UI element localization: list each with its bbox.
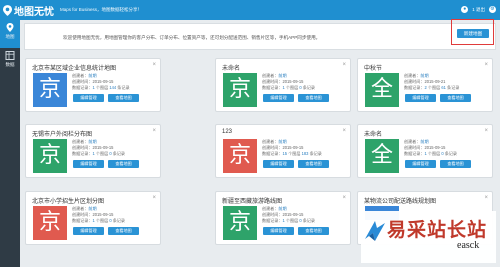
map-thumbnail[interactable]: 京 [33,139,67,173]
map-card-title[interactable]: 123 [222,129,232,135]
view-map-button[interactable]: 查看地图 [108,227,139,235]
view-map-button[interactable]: 查看地图 [108,160,139,168]
close-icon[interactable]: × [152,128,156,134]
records-row: 数据记录：1 个图层 0 条记录 [262,218,316,223]
edit-button[interactable]: 编辑管理 [263,160,294,168]
view-map-button[interactable]: 查看地图 [440,94,471,102]
map-card-title[interactable]: 中秋节 [364,63,382,72]
map-card-title[interactable]: 北京市小学招生片区划分图 [32,196,104,205]
close-icon[interactable]: × [152,62,156,68]
edit-button[interactable]: 编辑管理 [263,227,294,235]
sidebar-item-label: 地图 [5,34,15,39]
map-thumbnail[interactable]: 京 [223,73,257,107]
close-icon[interactable]: × [342,195,346,201]
notice-bar: 欢迎使用地图无忧，用地图管理你的客户分布、订单分布、位置资产等，还可划分配送范围… [24,23,496,50]
view-map-button[interactable]: 查看地图 [298,94,329,102]
tagline: Maps for Business，地图数据轻松分享！ [60,7,143,12]
records-row: 数据记录：1 个图层 0 条记录 [72,151,126,156]
map-card[interactable]: 新疆至西藏旅游路线图 × 京创建者：前期 创建时间：2015-09-15 数据记录：1 … [215,191,351,245]
map-card[interactable]: 未命名 × 全创建者：前期 创建时间：2015-09-15 数据记录：1 个图层 0 条… [357,124,493,178]
top-bar: 地图无忧 Maps for Business，地图数据轻松分享！ ● 1 退出 … [0,0,500,20]
sidebar-item-map[interactable]: 地图 [0,20,20,48]
sidebar-item-label: 数据 [5,62,15,67]
close-icon[interactable]: × [152,195,156,201]
map-card[interactable]: 未命名 × 京创建者：前期 创建时间：2015-09-15 数据记录：1 个图层 0 条… [215,58,351,112]
map-thumbnail[interactable]: 京 [223,206,257,240]
map-thumbnail[interactable]: 京 [33,206,67,240]
close-icon[interactable]: × [342,128,346,134]
user-menu[interactable]: 1 退出 [472,7,485,13]
app-name: 地图无忧 [14,6,54,18]
sidebar-item-data[interactable]: 数据 [0,48,20,76]
edit-button[interactable]: 编辑管理 [263,94,294,102]
map-thumbnail[interactable]: 全 [365,73,399,107]
top-icons: ● 1 退出 ⚙ [461,6,496,13]
records-row: 数据记录：1 个图层 144 条记录 [72,85,130,90]
records-row: 数据记录：1 个图层 0 条记录 [262,85,316,90]
notice-text: 欢迎使用地图无忧，用地图管理你的客户分布、订单分布、位置资产等，还可划分配送范围… [63,35,321,40]
map-thumbnail[interactable]: 京 [223,139,257,173]
view-map-button[interactable]: 查看地图 [440,160,471,168]
edit-button[interactable]: 编辑管理 [405,160,436,168]
map-card[interactable]: 无锡市户外阅栏分布图 × 京创建者：前期 创建时间：2015-09-15 数据记录：1 … [25,124,161,178]
map-icon [6,23,14,32]
data-icon [5,51,15,60]
brand[interactable]: 地图无忧 Maps for Business，地图数据轻松分享！ [3,3,143,18]
watermark-text: 易采站长站 [387,219,488,241]
map-card-title[interactable]: 北京市某区域企业信息统计地图 [32,63,116,72]
user-icon[interactable]: ● [461,6,469,13]
settings-icon[interactable]: ⚙ [489,6,496,13]
map-card-title[interactable]: 未命名 [222,63,240,72]
edit-button[interactable]: 编辑管理 [73,227,104,235]
map-card[interactable]: 中秋节 × 全创建者：前期 创建时间：2015-09-21 数据记录：2 个图层 61 … [357,58,493,112]
close-icon[interactable]: × [484,128,488,134]
map-card[interactable]: 北京市某区域企业信息统计地图 × 京创建者：前期 创建时间：2015-09-15 数据记… [25,58,161,112]
map-thumbnail[interactable]: 全 [365,139,399,173]
map-card-title[interactable]: 某物流公司配送路线规划图 [364,196,436,205]
view-map-button[interactable]: 查看地图 [298,160,329,168]
records-row: 数据记录：1 个图层 0 条记录 [72,218,126,223]
records-row: 数据记录：15 个图层 183 条记录 [262,151,322,156]
close-icon[interactable]: × [342,62,346,68]
new-map-button[interactable]: 新建地图 [457,29,489,38]
view-map-button[interactable]: 查看地图 [298,227,329,235]
records-row: 数据记录：2 个图层 61 条记录 [404,85,460,90]
map-card-title[interactable]: 无锡市户外阅栏分布图 [32,129,92,138]
edit-button[interactable]: 编辑管理 [73,94,104,102]
edit-button[interactable]: 编辑管理 [405,94,436,102]
close-icon[interactable]: × [484,62,488,68]
records-row: 数据记录：1 个图层 0 条记录 [404,151,458,156]
map-card[interactable]: 123 × 京创建者：前期 创建时间：2015-09-15 数据记录：15 个图层 18… [215,124,351,178]
new-map-highlight: 新建地图 [451,19,494,45]
sidebar: 地图 数据 [0,20,20,267]
map-card-title[interactable]: 新疆至西藏旅游路线图 [222,196,282,205]
watermark-logo-icon [365,221,385,241]
close-icon[interactable]: × [484,195,488,201]
map-card-title[interactable]: 未命名 [364,129,382,138]
watermark: 易采站长站 easck [361,211,496,263]
map-thumbnail[interactable]: 京 [33,73,67,107]
map-card[interactable]: 北京市小学招生片区划分图 × 京创建者：前期 创建时间：2015-09-15 数据记录：… [25,191,161,245]
watermark-url: easck [457,240,480,251]
map-pin-icon [3,4,12,16]
edit-button[interactable]: 编辑管理 [73,160,104,168]
view-map-button[interactable]: 查看地图 [108,94,139,102]
